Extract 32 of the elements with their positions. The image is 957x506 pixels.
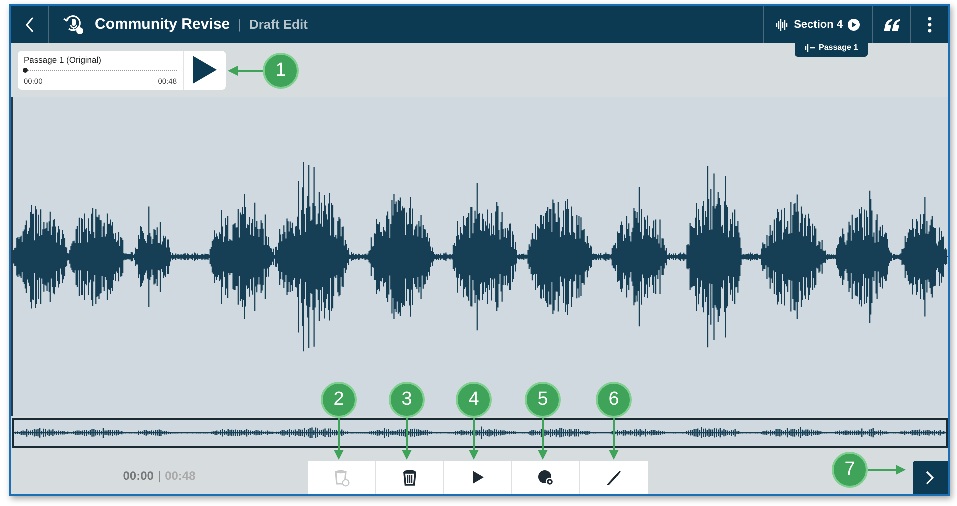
next-button[interactable] (913, 461, 948, 494)
progress-thumb[interactable] (23, 68, 28, 72)
callout-arrow (468, 418, 480, 460)
page-subtitle: Draft Edit (249, 17, 308, 32)
waveform-overview[interactable] (12, 418, 948, 448)
play-icon (193, 56, 217, 84)
time-separator: | (158, 469, 162, 483)
waveform-icon (805, 44, 815, 52)
callout-arrow (608, 418, 620, 460)
trash-restore-icon (334, 468, 350, 486)
title-separator: | (238, 17, 242, 32)
play-icon (472, 471, 484, 484)
next-icon (926, 470, 935, 484)
tooltip-text: Passage 1 (819, 43, 858, 52)
menu-icon (928, 16, 932, 32)
knife-icon (606, 470, 622, 486)
app-logo-icon (63, 14, 85, 36)
callout-arrow (537, 418, 549, 460)
current-time: 00:00 (123, 469, 154, 483)
passage-title: Passage 1 (Original) (24, 54, 102, 64)
callout-arrow (228, 65, 263, 77)
play-circle-icon (848, 18, 860, 30)
callout-arrow (868, 464, 906, 476)
app-title: Community Revise (95, 16, 230, 33)
quote-icon (884, 18, 900, 32)
callout-arrow (333, 418, 345, 460)
progress-track[interactable] (24, 70, 177, 74)
back-icon (24, 16, 34, 32)
callout-arrow (401, 418, 413, 460)
record-icon (538, 470, 554, 486)
trash-icon (402, 468, 418, 486)
waveform-icon (776, 18, 790, 30)
